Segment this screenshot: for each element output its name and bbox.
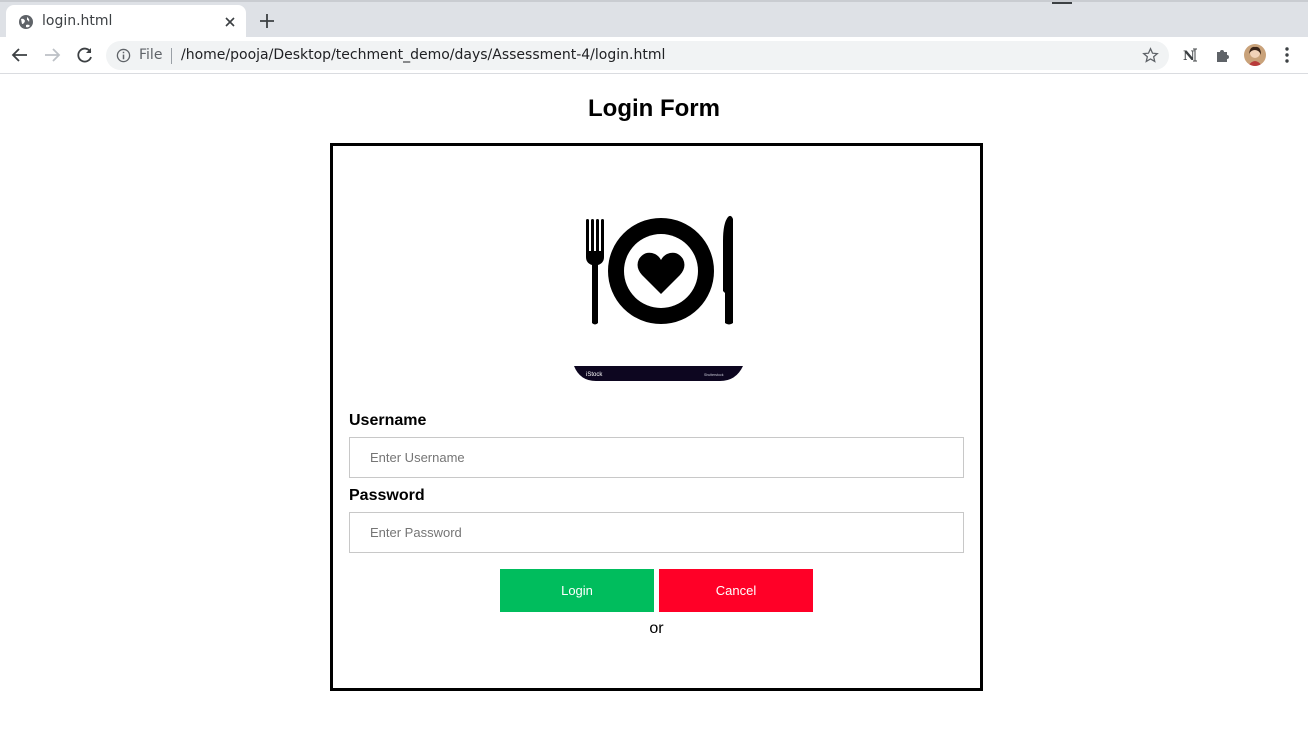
plus-icon[interactable] <box>258 12 276 30</box>
stock-watermark-strip: iStock Shutterstock <box>574 366 743 381</box>
forward-arrow-icon[interactable] <box>42 45 62 65</box>
password-label: Password <box>349 487 425 504</box>
notion-extension-icon[interactable]: N <box>1182 46 1200 64</box>
login-button[interactable]: Login <box>500 569 654 612</box>
avatar-icon <box>1244 44 1266 66</box>
svg-text:N: N <box>1183 49 1195 64</box>
info-icon[interactable] <box>116 48 131 63</box>
scheme-label: File <box>139 47 163 63</box>
back-arrow-icon[interactable] <box>10 45 30 65</box>
login-form: iStock Shutterstock Username Password Lo… <box>330 143 983 691</box>
profile-avatar[interactable] <box>1244 44 1266 66</box>
close-icon[interactable] <box>222 14 238 30</box>
globe-icon <box>19 15 33 29</box>
knife-icon <box>723 215 733 325</box>
window-edge-marker <box>1052 2 1072 4</box>
fork-icon <box>586 219 604 325</box>
address-bar[interactable]: File /home/pooja/Desktop/techment_demo/d… <box>106 41 1169 70</box>
tab-login[interactable]: login.html <box>6 5 246 39</box>
reload-icon[interactable] <box>75 45 95 65</box>
puzzle-extensions-icon[interactable] <box>1214 46 1232 64</box>
divider <box>171 48 172 64</box>
svg-text:iStock: iStock <box>586 372 603 378</box>
star-icon[interactable] <box>1142 47 1159 64</box>
username-input[interactable] <box>349 437 964 478</box>
password-input[interactable] <box>349 512 964 553</box>
url-text[interactable]: /home/pooja/Desktop/techment_demo/days/A… <box>181 47 665 63</box>
more-menu-icon[interactable] <box>1279 46 1295 64</box>
svg-text:Shutterstock: Shutterstock <box>704 373 724 377</box>
plate-heart-fork-knife-logo: iStock Shutterstock <box>574 215 743 381</box>
cancel-button[interactable]: Cancel <box>659 569 813 612</box>
tab-strip: login.html <box>0 0 1308 39</box>
browser-toolbar: File /home/pooja/Desktop/techment_demo/d… <box>0 37 1308 74</box>
or-separator: or <box>649 620 664 637</box>
tab-title: login.html <box>42 13 113 29</box>
username-label: Username <box>349 412 427 429</box>
page-title: Login Form <box>588 95 720 122</box>
